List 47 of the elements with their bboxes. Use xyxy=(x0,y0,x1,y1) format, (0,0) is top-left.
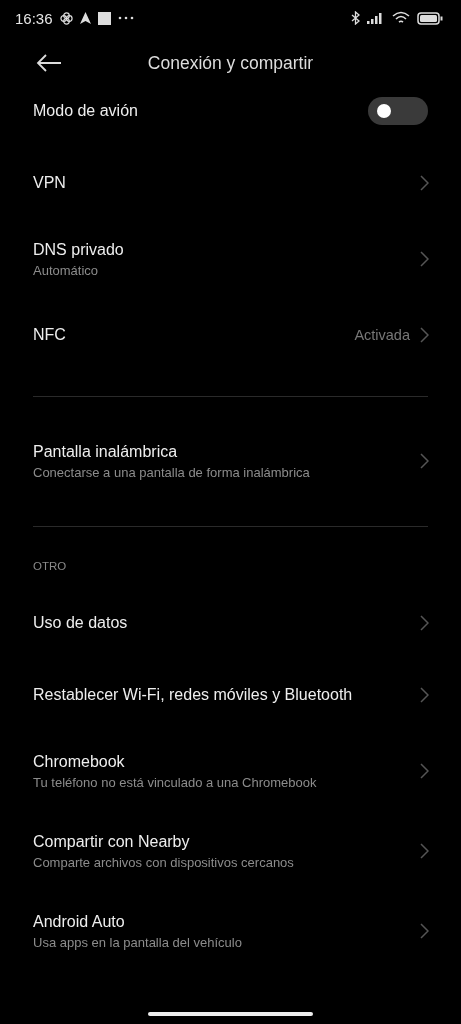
setting-title: Uso de datos xyxy=(33,614,129,632)
battery-icon xyxy=(417,11,443,25)
setting-title: Android Auto xyxy=(33,912,126,931)
chevron-icon xyxy=(420,327,429,343)
settings-row[interactable]: Compartir con Nearby Comparte archivos con dispositivos cercanos xyxy=(0,811,461,891)
setting-subtitle: Conectarse a una pantalla de forma inalámbrica xyxy=(33,464,311,480)
settings-row[interactable]: Pantalla inalámbrica Conectarse a una pantalla de forma inalámbrica xyxy=(0,421,461,501)
setting-title: Chromebook xyxy=(33,752,126,771)
setting-title: VPN xyxy=(33,174,67,192)
section-header: OTRO xyxy=(32,559,68,574)
setting-subtitle: Comparte archivos con dispositivos cercanos xyxy=(33,854,295,870)
settings-row[interactable]: NFC Activada xyxy=(0,299,461,371)
settings-row[interactable]: Modo de avión xyxy=(0,90,461,147)
settings-row[interactable]: Uso de datos xyxy=(0,587,461,659)
setting-title: DNS privado xyxy=(33,240,125,259)
chevron-icon xyxy=(420,251,429,267)
settings-row[interactable]: DNS privado Automático xyxy=(0,219,461,299)
chevron-icon xyxy=(420,175,429,191)
more-icon xyxy=(117,16,134,20)
setting-title: NFC xyxy=(33,326,67,344)
chevron-icon xyxy=(420,763,429,779)
settings-row[interactable]: VPN xyxy=(0,147,461,219)
page-title: Conexión y compartir xyxy=(147,52,314,74)
wifi-icon xyxy=(392,11,410,25)
setting-title: Compartir con Nearby xyxy=(33,832,191,851)
setting-value: Activada xyxy=(354,327,410,343)
chevron-icon xyxy=(420,843,429,859)
chevron-icon xyxy=(420,453,429,469)
signal-icon xyxy=(367,12,385,24)
setting-title: Pantalla inalámbrica xyxy=(33,442,179,461)
chevron-icon xyxy=(420,923,429,939)
toggle-switch[interactable] xyxy=(368,97,428,125)
chevron-icon xyxy=(420,615,429,631)
bluetooth-icon xyxy=(351,11,360,25)
status-time: 16:36 xyxy=(15,9,53,27)
setting-subtitle: Tu teléfono no está vinculado a una Chromebook xyxy=(33,774,318,790)
settings-row[interactable]: Chromebook Tu teléfono no está vinculado a una Chromebook xyxy=(0,731,461,811)
setting-title: Modo de avión xyxy=(33,102,139,120)
setting-subtitle: Automático xyxy=(33,262,100,278)
setting-subtitle: Usa apps en la pantalla del vehículo xyxy=(33,934,243,950)
chevron-icon xyxy=(420,687,429,703)
setting-title: Restablecer Wi-Fi, redes móviles y Bluetooth xyxy=(33,686,354,704)
square-icon xyxy=(97,11,111,25)
settings-row[interactable]: Restablecer Wi-Fi, redes móviles y Bluetooth xyxy=(0,659,461,731)
navigation-icon xyxy=(79,12,91,24)
settings-row[interactable]: Android Auto Usa apps en la pantalla del vehículo xyxy=(0,891,461,971)
fan-icon xyxy=(59,11,73,25)
